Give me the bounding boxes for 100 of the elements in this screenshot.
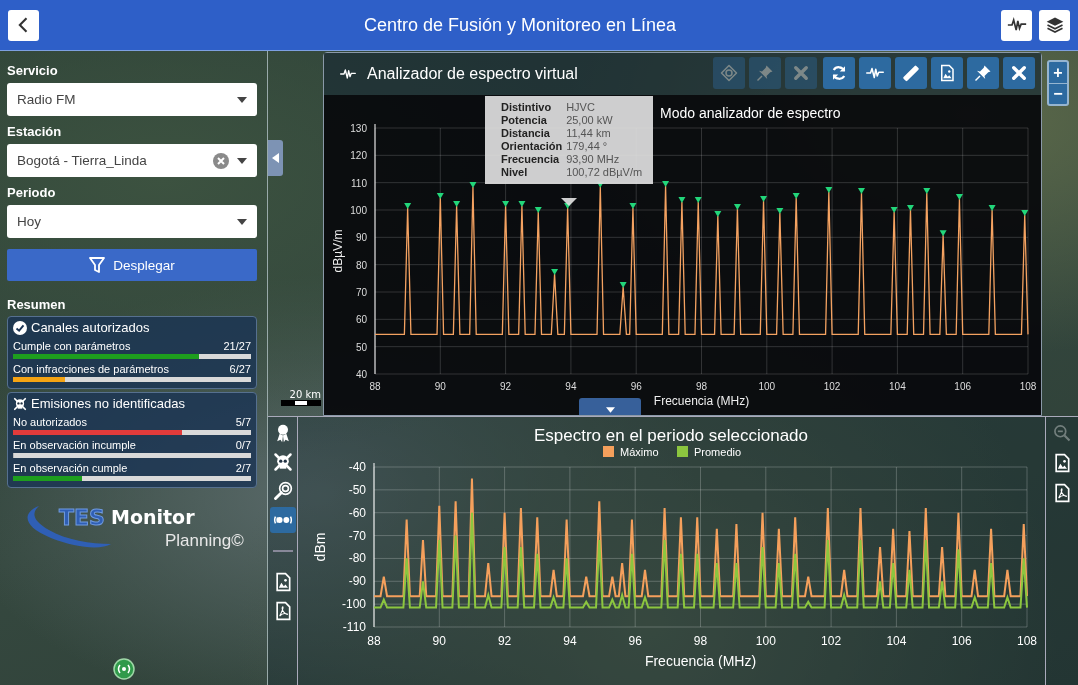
card-title: Emisiones no identificadas [31, 396, 185, 411]
close-icon [1010, 64, 1028, 82]
antenna-marker-icon [113, 658, 135, 680]
axis-tick-label: 100 [758, 381, 776, 392]
legend-label: Máximo [620, 446, 659, 458]
skull-icon [13, 396, 27, 411]
caret-icon [605, 407, 615, 413]
axis-tick-label: 40 [355, 369, 367, 380]
layers-icon [1044, 15, 1065, 35]
tooltip-pointer [561, 198, 577, 206]
caret-icon [272, 153, 279, 163]
filter-icon [89, 256, 106, 274]
axis-tick-label: -90 [348, 574, 366, 589]
axis-tick-label: 60 [355, 314, 367, 326]
row-label: Cumple con parámetros [13, 340, 131, 352]
axis-tick-label: 96 [630, 381, 642, 392]
axis-tick-label: -70 [348, 528, 366, 543]
waveform-button[interactable] [859, 57, 891, 89]
clear-icon [213, 152, 229, 169]
peak-marker [436, 192, 444, 199]
signal-button[interactable] [269, 507, 296, 533]
x-axis-title: Frecuencia (MHz) [653, 394, 750, 408]
field-label: Periodo [7, 185, 57, 200]
dropdown-field[interactable]: Radio FM [7, 83, 257, 116]
peak-marker [629, 203, 637, 210]
axis-tick-label: 102 [823, 381, 841, 392]
zoom-out-button[interactable]: − [1049, 83, 1067, 104]
peak-marker [760, 196, 768, 202]
dropdown-field[interactable]: Bogotá - Tierra_Linda [7, 144, 257, 177]
peak-marker [923, 188, 931, 195]
axis-tick-label: 98 [693, 634, 708, 648]
magnifier-icon [272, 481, 293, 501]
axis-tick-label: -50 [348, 482, 366, 497]
axis-tick-label: 92 [497, 634, 512, 648]
peak-marker [678, 197, 686, 204]
peak-marker [404, 203, 412, 210]
x-axis-title: Frecuencia (MHz) [644, 653, 757, 669]
row-label: Con infracciones de parámetros [13, 363, 169, 375]
row-count: 6/27 [229, 363, 251, 375]
axis-tick-label: 130 [350, 123, 367, 134]
mode-label: Modo analizador de espectro [660, 105, 841, 121]
peak-marker [564, 203, 572, 210]
dropdown-field[interactable]: Hoy [7, 205, 257, 238]
row-label: En observación cumple [13, 462, 128, 474]
check-circle-icon [13, 320, 27, 335]
scale-bar [281, 400, 321, 406]
tooltip-value: HJVC [566, 101, 596, 113]
pin-icon [756, 64, 774, 82]
axis-tick-label: 88 [369, 381, 381, 392]
legend-swatch [603, 446, 614, 457]
legend-swatch [677, 446, 688, 457]
back-button[interactable] [8, 9, 39, 41]
tooltip-value: 93,90 MHz [566, 153, 621, 165]
axis-tick-label: 108 [1019, 381, 1037, 392]
image-export-button[interactable] [931, 57, 963, 89]
peak-marker [453, 200, 461, 207]
axis-tick-label: 108 [1017, 634, 1037, 648]
axis-tick-label: 106 [951, 634, 972, 648]
tooltip-label: Orientación [501, 140, 563, 152]
peak-marker [792, 192, 800, 199]
layers-button[interactable] [1039, 9, 1070, 41]
tooltip-value: 25,00 kW [566, 114, 614, 126]
peak-marker [776, 208, 784, 214]
axis-tick-label: 92 [500, 381, 512, 392]
axis-tick-label: 106 [954, 381, 972, 392]
row-count: 0/7 [235, 439, 251, 451]
peak-marker [502, 200, 510, 207]
pin-button[interactable] [967, 57, 999, 89]
peak-marker [469, 182, 477, 189]
peak-marker [939, 230, 947, 237]
pdf-file-icon [1052, 483, 1072, 503]
card-title: Canales autorizados [31, 320, 150, 335]
logo-name: Monitor [111, 506, 195, 528]
logo-product: Planning© [165, 531, 244, 551]
peak-marker [619, 282, 627, 289]
axis-tick-label: -110 [342, 620, 366, 634]
peak-marker [551, 268, 559, 275]
waveform-icon [337, 66, 359, 82]
peak-marker [906, 205, 914, 211]
collapse-tab[interactable] [579, 398, 641, 415]
ruler-button[interactable] [895, 57, 927, 89]
close-button[interactable] [1003, 57, 1035, 89]
apply-button[interactable]: Desplegar [7, 249, 257, 281]
peak-marker [733, 203, 741, 210]
caret-icon [237, 218, 247, 225]
refresh-button[interactable] [823, 57, 855, 89]
axis-tick-label: 94 [563, 634, 577, 648]
panel-title: Analizador de espectro virtual [367, 65, 579, 83]
axis-tick-label: 120 [350, 150, 367, 162]
zoom-in-button[interactable]: + [1049, 62, 1067, 83]
peak-marker [890, 206, 898, 213]
spectrum-button[interactable] [1001, 9, 1032, 41]
axis-tick-label: 100 [755, 634, 776, 648]
collapse-tab[interactable] [268, 140, 283, 176]
target-icon [720, 64, 738, 82]
axis-tick-label: 88 [367, 634, 381, 648]
peak-marker [534, 206, 542, 213]
peak-marker [518, 200, 526, 207]
peak-marker [714, 211, 722, 217]
window-title: Centro de Fusión y Monitoreo en Línea [362, 14, 678, 36]
